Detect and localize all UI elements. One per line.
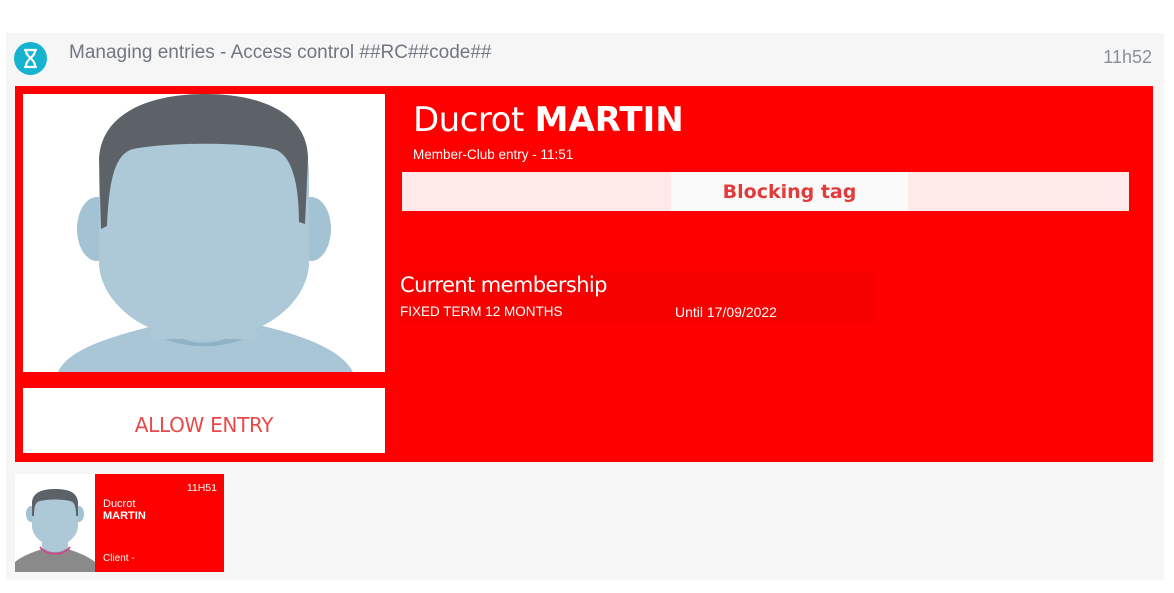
history-last-name: MARTIN [103,510,146,522]
header-bar: Managing entries - Access control ##RC##… [6,33,1164,83]
hourglass-logo-icon [14,42,47,75]
member-name: Ducrot MARTIN [413,100,684,140]
membership-title: Current membership [400,273,607,297]
page-title: Managing entries - Access control ##RC##… [69,42,492,63]
history-avatar [15,474,95,572]
clock: 11h52 [1103,47,1152,67]
history-first-name: Ducrot [103,498,136,510]
member-first-name: Ducrot [413,100,524,140]
membership-until: Until 17/09/2022 [675,304,777,320]
allow-entry-label: ALLOW ENTRY [134,412,274,437]
history-entry-card[interactable]: 11H51 Ducrot MARTIN Client - [15,474,224,572]
member-photo [23,94,385,372]
history-type: Client - [103,553,135,564]
blocking-tag-label: Blocking tag [722,180,857,203]
history-time: 11H51 [186,482,217,494]
access-control-panel: Managing entries - Access control ##RC##… [6,33,1164,580]
current-entry-card: ALLOW ENTRY Ducrot MARTIN Member-Club en… [15,86,1153,462]
allow-entry-button[interactable]: ALLOW ENTRY [23,388,385,453]
membership-box: Current membership FIXED TERM 12 MONTHS … [400,271,876,323]
member-last-name: MARTIN [534,100,684,140]
entry-info: Member-Club entry - 11:51 [413,147,574,162]
alert-bar: Blocking tag [402,172,1129,211]
blocking-tag-alert: Blocking tag [671,172,908,211]
membership-name: FIXED TERM 12 MONTHS [400,304,563,319]
